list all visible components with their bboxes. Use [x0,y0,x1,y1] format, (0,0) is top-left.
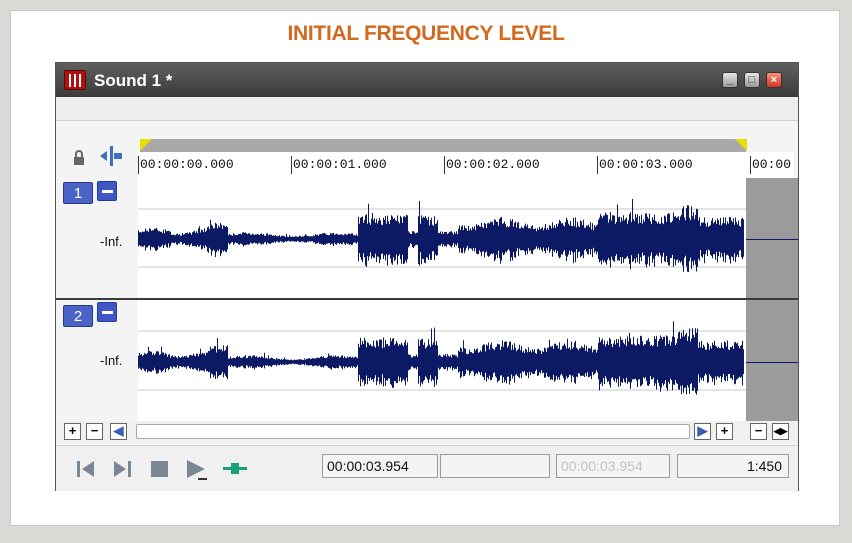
zoom-out-button[interactable]: − [86,423,103,440]
ruler-tick [750,156,751,174]
ruler-label: 00:00:00.000 [140,157,234,172]
close-icon[interactable]: × [766,72,782,88]
zoom-out-right-button[interactable]: − [750,423,767,440]
horizontal-scrollbar: + − ◀ ▶ + − ◀▶ [56,421,798,443]
zoom-in-button[interactable]: + [64,423,81,440]
play-icon[interactable] [184,458,208,480]
go-to-start-icon[interactable] [74,458,98,480]
track-number-button[interactable]: 2 [63,305,93,327]
lane-end-region [746,300,798,421]
transport-bar: 00:00:03.954 00:00:03.954 1:450 [56,445,798,491]
loop-icon[interactable] [222,458,247,480]
selection-start-field[interactable] [440,454,550,478]
go-to-end-icon[interactable] [110,458,134,480]
toolbar-band [56,97,798,121]
ruler-tick [597,156,598,174]
window-titlebar[interactable]: Sound 1 * _ □ × [56,63,798,97]
selection-end-field[interactable]: 00:00:03.954 [556,454,670,478]
ruler-label: 00:00:02.000 [446,157,540,172]
waveform-lane-1[interactable] [138,178,746,298]
track-header-1: 1 -Inf. [56,178,138,298]
loop-end-marker[interactable] [735,139,747,151]
ruler-tick [291,156,292,174]
scroll-track[interactable] [136,424,690,439]
waveform-graphic [138,321,746,395]
track-header-2: 2 -Inf. [56,300,138,421]
lock-icon[interactable] [72,150,86,169]
scroll-left-icon[interactable]: ◀ [110,423,127,440]
cursor-time-field[interactable]: 00:00:03.954 [322,454,438,478]
stop-icon[interactable] [148,458,172,480]
track-minimize-button[interactable] [97,181,117,201]
waveform-graphic [138,198,746,272]
scroll-right-icon[interactable]: ▶ [694,423,711,440]
ruler-label: 00:00 [752,157,792,172]
ruler-label: 00:00:03.000 [599,157,693,172]
loop-start-marker[interactable] [140,139,152,151]
minimize-icon[interactable]: _ [722,72,738,88]
snap-icon[interactable] [98,145,124,167]
ruler-label: 00:00:01.000 [293,157,387,172]
track-minimize-button[interactable] [97,302,117,322]
waveform-lane-2[interactable] [138,300,746,421]
end-line [746,362,798,363]
ruler-tick [444,156,445,174]
wave-file-icon [64,70,86,90]
zoom-fit-icon[interactable]: ◀▶ [772,423,789,440]
zoom-ratio-field[interactable]: 1:450 [677,454,789,478]
loop-region-bar[interactable] [140,139,746,152]
track-level-label: -Inf. [100,234,123,249]
waveform-path [138,321,744,395]
page-title: INITIAL FREQUENCY LEVEL [287,22,565,45]
time-ruler[interactable]: 00:00:00.000 00:00:01.000 00:00:02.000 0… [138,152,794,178]
waveform-path [138,198,744,272]
track-number-button[interactable]: 1 [63,182,93,204]
window-title: Sound 1 * [94,71,173,90]
maximize-icon[interactable]: □ [744,72,760,88]
sound-window: Sound 1 * _ □ × 00:00:00.000 00:00:01.00… [55,62,799,491]
ruler-tick [138,156,139,174]
track-level-label: -Inf. [100,353,123,368]
end-line [746,239,798,240]
lane-end-region [746,178,798,298]
zoom-in-right-button[interactable]: + [716,423,733,440]
